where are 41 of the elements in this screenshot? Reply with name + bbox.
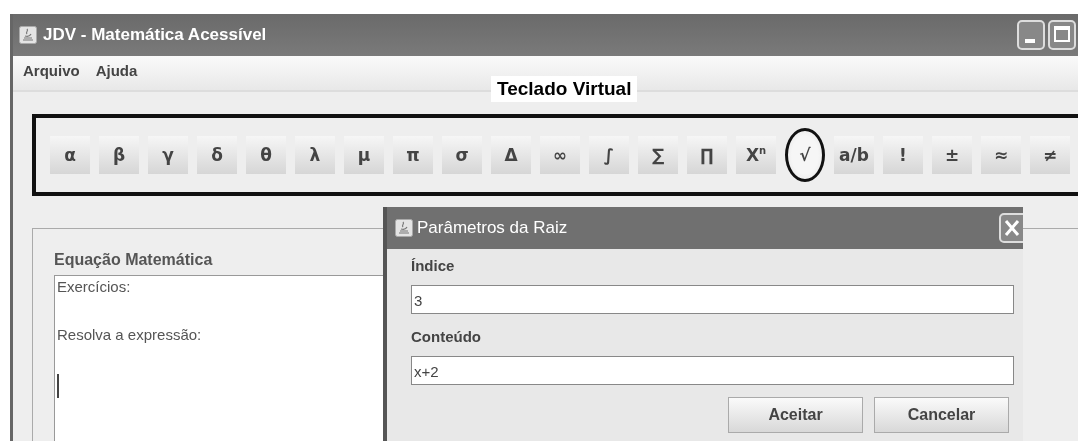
key-button[interactable]: ∑ — [638, 136, 678, 174]
key-button[interactable]: λ — [295, 136, 335, 174]
field-label: Índice — [411, 256, 456, 276]
key-button[interactable]: X$^{n}$ — [736, 136, 776, 174]
input-field[interactable]: x+2 — [411, 356, 1014, 385]
key-button[interactable]: β — [99, 136, 139, 174]
key-button[interactable]: π — [393, 136, 433, 174]
dialog-button[interactable]: Cancelar — [874, 397, 1009, 433]
key-button[interactable]: θ — [246, 136, 286, 174]
key-button[interactable]: ∞ — [540, 136, 580, 174]
dialog-title: Parâmetros da Raiz — [417, 218, 568, 238]
minimize-icon[interactable] — [1017, 20, 1045, 50]
java-icon — [395, 219, 413, 237]
text-caret — [57, 374, 59, 398]
key-button[interactable]: γ — [148, 136, 188, 174]
input-field[interactable]: 3 — [411, 285, 1014, 314]
key-button[interactable]: μ — [344, 136, 384, 174]
key-button[interactable]: ≈ — [981, 136, 1021, 174]
java-icon — [19, 26, 37, 44]
key-button[interactable]: ∫ — [589, 136, 629, 174]
key-button[interactable]: δ — [197, 136, 237, 174]
dialog-button[interactable]: Aceitar — [728, 397, 863, 433]
menu-item[interactable]: Ajuda — [95, 62, 138, 90]
key-button[interactable]: a/b — [834, 136, 874, 174]
maximize-icon[interactable] — [1048, 20, 1076, 50]
menu-item[interactable]: Arquivo — [23, 62, 80, 90]
key-button[interactable]: √ — [785, 128, 825, 182]
field-label: Conteúdo — [411, 327, 482, 347]
panel-title: Equação Matemática — [54, 251, 213, 269]
key-button[interactable]: ∏ — [687, 136, 727, 174]
keyboard-title: Teclado Virtual — [491, 76, 638, 102]
key-button[interactable]: ≠ — [1030, 136, 1070, 174]
key-button[interactable]: ± — [932, 136, 972, 174]
close-icon[interactable] — [999, 213, 1023, 243]
window-title: JDV - Matemática Acessível — [43, 25, 267, 45]
text-line: Resolva a expressão: — [57, 326, 203, 345]
text-line: Exercícios: — [57, 278, 132, 297]
key-button[interactable]: α — [50, 136, 90, 174]
key-button[interactable]: σ — [442, 136, 482, 174]
key-button[interactable]: Δ — [491, 136, 531, 174]
key-button[interactable]: ! — [883, 136, 923, 174]
